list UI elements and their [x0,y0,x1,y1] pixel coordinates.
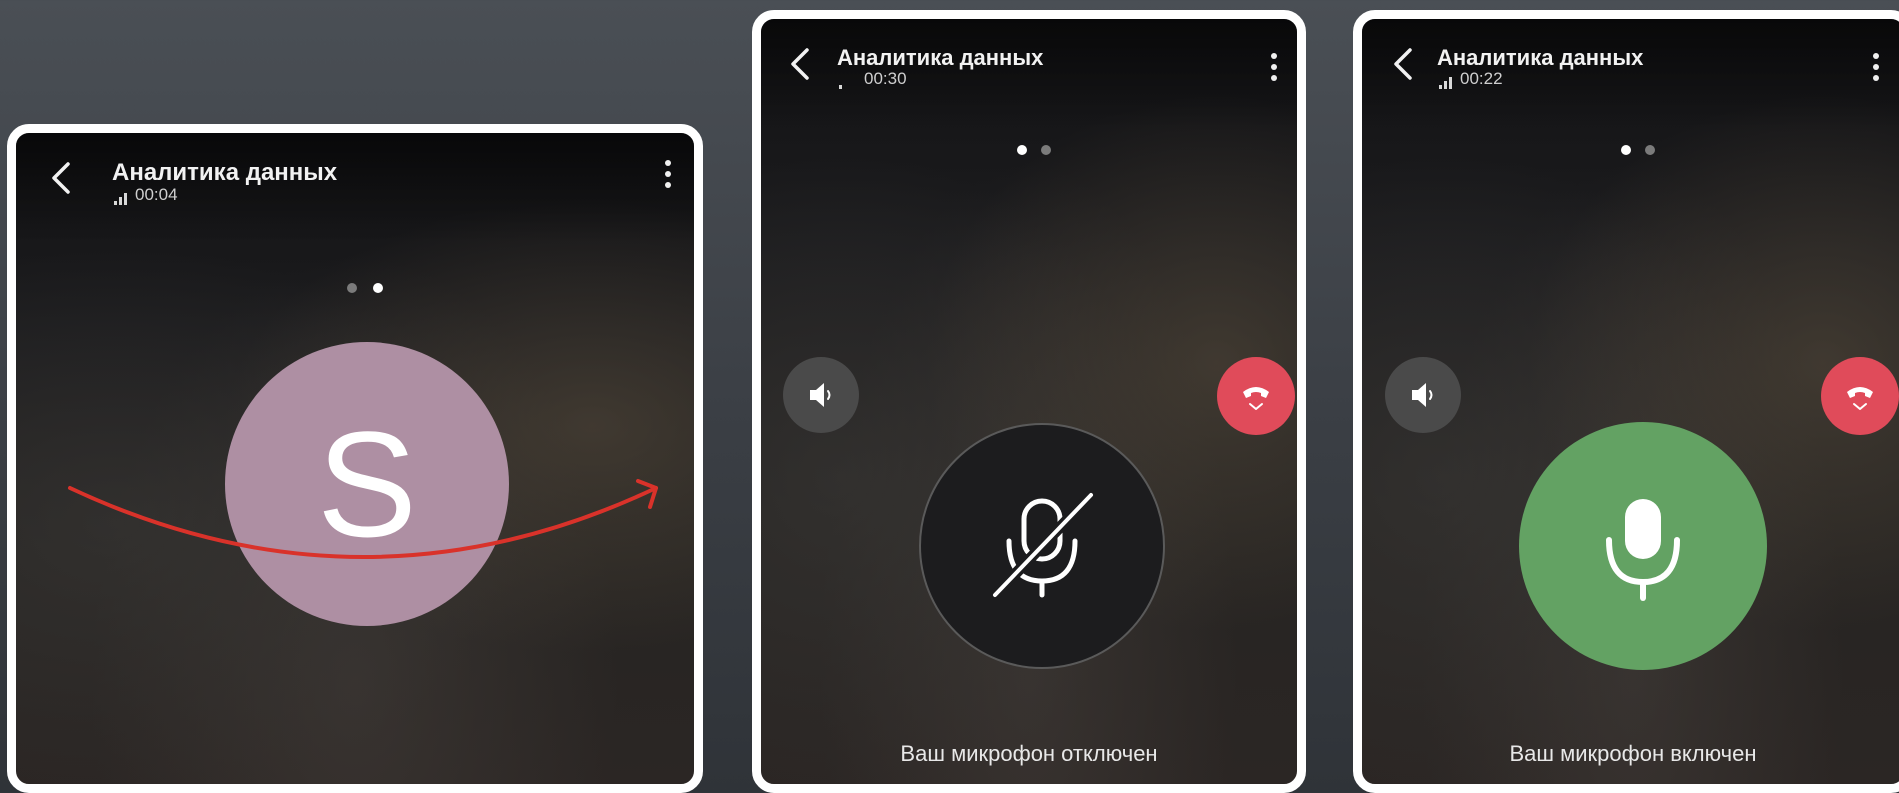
mic-status-text: Ваш микрофон отключен [900,741,1158,766]
signal-icon [1439,69,1454,89]
swipe-arrow [68,479,658,559]
chevron-down-icon [1249,403,1263,410]
microphone-toggle-button[interactable] [919,423,1165,669]
hangup-button[interactable] [1821,357,1899,435]
call-screen-avatar: Аналитика данных 00:04 S [7,124,703,793]
more-vertical-icon[interactable] [1871,53,1881,93]
call-timer: 00:30 [864,69,907,88]
page-indicator-dot-2 [1041,145,1051,155]
page-indicator-dot-1 [1017,145,1027,155]
signal-icon [839,69,844,89]
call-screen-mic-on: Аналитика данных 00:22 Ваш микрофон вклю… [1353,10,1899,793]
page-indicator-dot-2 [1645,145,1655,155]
hangup-button[interactable] [1217,357,1295,435]
call-timer-row: 00:30 [839,69,907,89]
call-title: Аналитика данных [1437,45,1644,70]
call-timer-row: 00:22 [1439,69,1503,89]
hangup-icon [1243,387,1269,410]
mic-status-text: Ваш микрофон включен [1509,741,1757,766]
microphone-icon [1606,499,1680,601]
microphone-toggle-button[interactable] [1519,422,1767,670]
back-arrow-icon[interactable] [1390,47,1416,81]
microphone-off-icon [989,489,1097,601]
chevron-down-icon [1853,403,1867,410]
call-screen-mic-muted: Аналитика данных 00:30 Ваш микрофон откл… [752,10,1306,793]
page-indicator-dot-1 [1621,145,1631,155]
call-timer: 00:22 [1460,69,1503,88]
speaker-button[interactable] [1385,357,1461,433]
back-arrow-icon[interactable] [787,47,813,81]
speaker-icon [810,383,831,407]
call-title: Аналитика данных [837,45,1044,70]
speaker-icon [1412,383,1433,407]
hangup-icon [1847,387,1873,410]
more-vertical-icon[interactable] [1269,53,1279,93]
speaker-button[interactable] [783,357,859,433]
